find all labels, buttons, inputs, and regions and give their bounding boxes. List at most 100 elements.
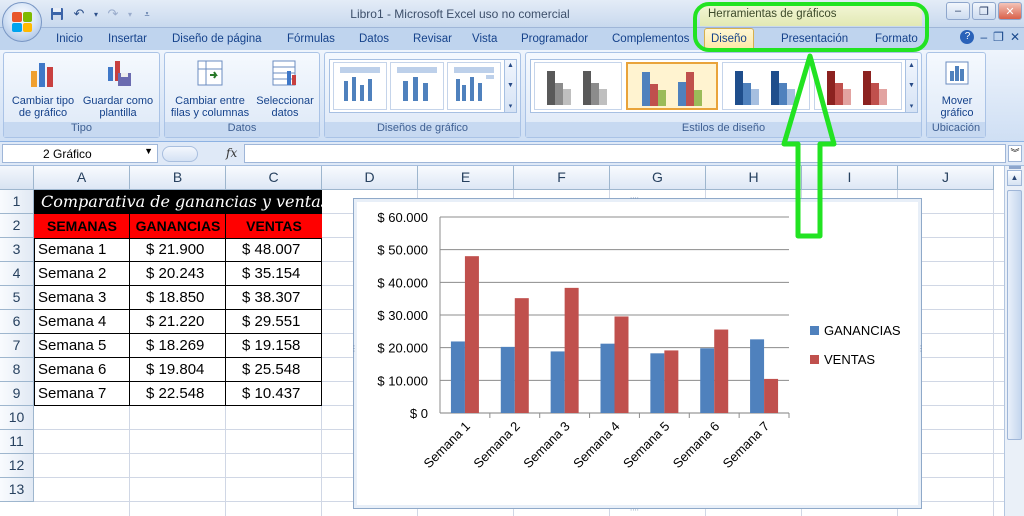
ganancias-cell[interactable]: $ 21.220: [130, 310, 226, 334]
row-header-11[interactable]: 11: [0, 430, 34, 454]
ganancias-cell[interactable]: $ 19.804: [130, 358, 226, 382]
save-icon[interactable]: [48, 5, 66, 23]
minimize-button[interactable]: –: [946, 2, 970, 20]
tab-formulas[interactable]: Fórmulas: [281, 31, 341, 47]
week-cell[interactable]: Semana 5: [34, 334, 130, 358]
tab-complementos[interactable]: Complementos: [606, 31, 695, 47]
layout-1-icon: [340, 67, 380, 101]
x-tick-label: Semana 3: [520, 419, 573, 472]
ganancias-cell[interactable]: $ 18.850: [130, 286, 226, 310]
switch-row-column-button[interactable]: Cambiar entre filas y columnas: [169, 57, 251, 119]
column-header-c[interactable]: C: [226, 166, 322, 190]
scroll-thumb[interactable]: [1007, 190, 1022, 440]
tab-vista[interactable]: Vista: [466, 31, 503, 47]
tab-insertar[interactable]: Insertar: [102, 31, 153, 47]
chart-layout-3[interactable]: [447, 62, 501, 110]
ventas-cell[interactable]: $ 48.007: [226, 238, 322, 262]
vertical-scrollbar[interactable]: ▲: [1004, 166, 1024, 516]
week-cell[interactable]: Semana 6: [34, 358, 130, 382]
row-header-7[interactable]: 7: [0, 334, 34, 358]
column-header-j[interactable]: J: [898, 166, 994, 190]
name-box[interactable]: 2 Gráfico ▼: [2, 144, 158, 163]
ganancias-cell[interactable]: $ 21.900: [130, 238, 226, 262]
restore-button[interactable]: ❐: [972, 2, 996, 20]
select-data-icon: [272, 60, 296, 86]
ventas-cell[interactable]: $ 25.548: [226, 358, 322, 382]
ganancias-cell[interactable]: $ 18.269: [130, 334, 226, 358]
chart-resize-handle-top[interactable]: ∙∙∙∙: [630, 193, 639, 202]
insert-function-icon[interactable]: fx: [226, 146, 237, 160]
tab-inicio[interactable]: Inicio: [50, 31, 89, 47]
week-cell[interactable]: Semana 1: [34, 238, 130, 262]
scroll-up-arrow[interactable]: ▲: [1007, 170, 1022, 186]
chart-object[interactable]: ∙∙∙∙ ∙∙∙∙ ⋮ ⋮ $ 0 $ 10.000 $ 20.000 $ 30.00…: [350, 193, 925, 514]
column-header-d[interactable]: D: [322, 166, 418, 190]
select-all-corner[interactable]: [0, 166, 34, 190]
styles-gallery-scroll[interactable]: ▲ ▼ ▾: [905, 60, 917, 112]
ventas-cell[interactable]: $ 35.154: [226, 262, 322, 286]
chart-style-gray[interactable]: [534, 62, 622, 110]
column-header-b[interactable]: B: [130, 166, 226, 190]
close-workbook-icon[interactable]: ✕: [1010, 30, 1020, 44]
week-cell[interactable]: Semana 3: [34, 286, 130, 310]
chart-layout-2[interactable]: [390, 62, 444, 110]
tab-diseno-pagina[interactable]: Diseño de página: [166, 31, 268, 47]
ventas-cell[interactable]: $ 29.551: [226, 310, 322, 334]
split-box[interactable]: [1009, 166, 1021, 169]
row-header-3[interactable]: 3: [0, 238, 34, 262]
ganancias-cell[interactable]: $ 20.243: [130, 262, 226, 286]
row-header-10[interactable]: 10: [0, 406, 34, 430]
save-template-button[interactable]: Guardar como plantilla: [80, 57, 156, 119]
ventas-cell[interactable]: $ 38.307: [226, 286, 322, 310]
customize-qat-icon[interactable]: ⩡: [138, 5, 156, 23]
restore-workbook-icon[interactable]: ❐: [993, 30, 1004, 44]
column-header-a[interactable]: A: [34, 166, 130, 190]
row-header-6[interactable]: 6: [0, 310, 34, 334]
move-chart-button[interactable]: Mover gráfico: [929, 57, 985, 119]
table-title-cell[interactable]: Comparativa de ganancias y ventas: [34, 190, 322, 214]
table-header-cell[interactable]: GANANCIAS: [130, 214, 226, 238]
undo-dropdown-icon[interactable]: ▾: [92, 5, 100, 23]
row-header-8[interactable]: 8: [0, 358, 34, 382]
redo-dropdown-icon[interactable]: ▾: [126, 5, 134, 23]
week-cell[interactable]: Semana 7: [34, 382, 130, 406]
ventas-cell[interactable]: $ 10.437: [226, 382, 322, 406]
formula-bar-resize-icon[interactable]: [162, 146, 198, 162]
layouts-gallery-scroll[interactable]: ▲ ▼ ▾: [504, 60, 516, 112]
help-icon[interactable]: ?: [960, 30, 975, 44]
row-header-12[interactable]: 12: [0, 454, 34, 478]
expand-formula-bar-icon[interactable]: ︾: [1008, 145, 1022, 162]
column-header-e[interactable]: E: [418, 166, 514, 190]
tab-datos[interactable]: Datos: [353, 31, 395, 47]
minimize-workbook-icon[interactable]: –: [980, 30, 987, 44]
row-header-5[interactable]: 5: [0, 286, 34, 310]
row-header-4[interactable]: 4: [0, 262, 34, 286]
formula-input[interactable]: [244, 144, 1006, 163]
tab-revisar[interactable]: Revisar: [407, 31, 458, 47]
change-chart-type-button[interactable]: Cambiar tipo de gráfico: [8, 57, 78, 119]
week-cell[interactable]: Semana 4: [34, 310, 130, 334]
chart-layout-1[interactable]: [333, 62, 387, 110]
column-header-g[interactable]: G: [610, 166, 706, 190]
chart-resize-handle-right[interactable]: ⋮: [917, 344, 925, 353]
redo-icon[interactable]: ↷: [104, 5, 122, 23]
tab-programador[interactable]: Programador: [515, 31, 594, 47]
chart-style-color[interactable]: [626, 62, 718, 110]
name-box-dropdown-icon[interactable]: ▼: [144, 146, 153, 156]
undo-icon[interactable]: ↶: [70, 5, 88, 23]
week-cell[interactable]: Semana 2: [34, 262, 130, 286]
row-header-1[interactable]: 1: [0, 190, 34, 214]
table-header-cell[interactable]: VENTAS: [226, 214, 322, 238]
column-header-f[interactable]: F: [514, 166, 610, 190]
row-header-2[interactable]: 2: [0, 214, 34, 238]
office-button[interactable]: [2, 2, 42, 42]
chart-resize-handle-bottom[interactable]: ∙∙∙∙: [630, 505, 639, 514]
chart-resize-handle-left[interactable]: ⋮: [350, 344, 358, 353]
table-header-cell[interactable]: SEMANAS: [34, 214, 130, 238]
close-button[interactable]: ✕: [998, 2, 1022, 20]
ganancias-cell[interactable]: $ 22.548: [130, 382, 226, 406]
ventas-cell[interactable]: $ 19.158: [226, 334, 322, 358]
row-header-9[interactable]: 9: [0, 382, 34, 406]
select-data-button[interactable]: Seleccionar datos: [253, 57, 317, 119]
row-header-13[interactable]: 13: [0, 478, 34, 502]
